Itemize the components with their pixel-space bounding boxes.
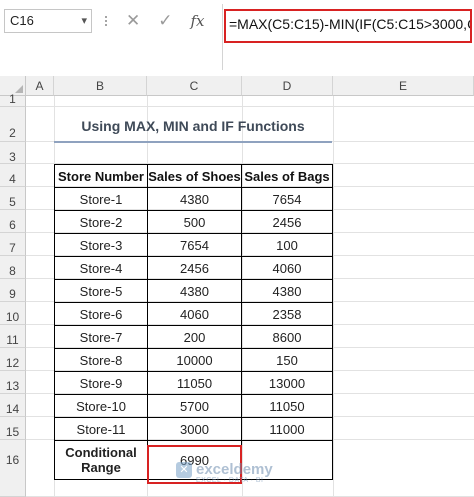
shoes-sales-cell[interactable]: 200: [147, 325, 242, 349]
conditional-range-label[interactable]: Conditional Range: [54, 440, 148, 480]
store-number-cell[interactable]: Store-8: [54, 348, 148, 372]
exceldemy-watermark: ✕ exceldemy: [176, 461, 273, 478]
bags-sales-cell[interactable]: 8600: [241, 325, 333, 349]
shoes-sales-cell[interactable]: 4380: [147, 187, 242, 211]
title-underline: [54, 141, 332, 143]
table-row: Store-10 5700 11050: [54, 394, 333, 418]
table-row: Store-1 4380 7654: [54, 187, 333, 211]
shoes-sales-cell[interactable]: 5700: [147, 394, 242, 418]
table-row: Store-2 500 2456: [54, 210, 333, 234]
store-number-cell[interactable]: Store-6: [54, 302, 148, 326]
bags-sales-cell[interactable]: 150: [241, 348, 333, 372]
sheet-title: Using MAX, MIN and IF Functions: [81, 118, 305, 134]
row-header-6[interactable]: 6: [0, 210, 26, 233]
shoes-sales-cell[interactable]: 4060: [147, 302, 242, 326]
table-row: Store-11 3000 11000: [54, 417, 333, 441]
row-header-16[interactable]: 16: [0, 440, 26, 497]
bags-sales-cell[interactable]: 2358: [241, 302, 333, 326]
conditional-label-line1: Conditional: [65, 445, 137, 460]
cancel-icon[interactable]: ✕: [126, 9, 140, 33]
row-gridline: [26, 106, 474, 107]
store-number-cell[interactable]: Store-10: [54, 394, 148, 418]
row-header-9[interactable]: 9: [0, 279, 26, 302]
insert-function-icon[interactable]: fx: [191, 12, 205, 30]
formula-bar: C16 ▾ ✕ ✓ fx =MAX(C5:C15)-MIN(IF(C5:C15>…: [0, 0, 474, 70]
table-row: Store-3 7654 100: [54, 233, 333, 257]
shoes-sales-cell[interactable]: 4380: [147, 279, 242, 303]
row-header-4[interactable]: 4: [0, 164, 26, 187]
row-header-11[interactable]: 11: [0, 325, 26, 348]
store-number-cell[interactable]: Store-5: [54, 279, 148, 303]
shoes-sales-cell[interactable]: 11050: [147, 371, 242, 395]
bags-sales-cell[interactable]: 11000: [241, 417, 333, 441]
row-header-8[interactable]: 8: [0, 256, 26, 279]
column-header-d[interactable]: D: [242, 76, 333, 96]
drag-handle-icon[interactable]: [100, 9, 112, 33]
header-sales-shoes[interactable]: Sales of Shoes: [147, 164, 242, 188]
store-number-cell[interactable]: Store-4: [54, 256, 148, 280]
row-header-10[interactable]: 10: [0, 302, 26, 325]
store-number-cell[interactable]: Store-2: [54, 210, 148, 234]
bags-sales-cell[interactable]: 11050: [241, 394, 333, 418]
bags-sales-cell[interactable]: 2456: [241, 210, 333, 234]
name-box-value: C16: [10, 13, 34, 28]
store-number-cell[interactable]: Store-3: [54, 233, 148, 257]
store-number-cell[interactable]: Store-7: [54, 325, 148, 349]
watermark-tagline: EXCEL · DATA · BI: [196, 477, 264, 484]
header-store-number[interactable]: Store Number: [54, 164, 148, 188]
store-number-cell[interactable]: Store-1: [54, 187, 148, 211]
row-header-15[interactable]: 15: [0, 417, 26, 440]
shoes-sales-cell[interactable]: 2456: [147, 256, 242, 280]
bags-sales-cell[interactable]: 100: [241, 233, 333, 257]
sales-table: Store Number Sales of Shoes Sales of Bag…: [54, 164, 333, 480]
row-header-13[interactable]: 13: [0, 371, 26, 394]
formula-input[interactable]: =MAX(C5:C15)-MIN(IF(C5:C15>3000,C5:C15)): [224, 9, 472, 43]
column-header-a[interactable]: A: [26, 76, 54, 96]
formula-buttons: ✕ ✓ fx: [120, 9, 220, 33]
column-gridline: [333, 96, 334, 497]
enter-icon[interactable]: ✓: [158, 9, 172, 33]
row-header-12[interactable]: 12: [0, 348, 26, 371]
row-header-3[interactable]: 3: [0, 142, 26, 164]
column-header-c[interactable]: C: [147, 76, 242, 96]
store-number-cell[interactable]: Store-9: [54, 371, 148, 395]
table-row: Store-8 10000 150: [54, 348, 333, 372]
bags-sales-cell[interactable]: 7654: [241, 187, 333, 211]
header-sales-bags[interactable]: Sales of Bags: [241, 164, 333, 188]
column-header-e[interactable]: E: [333, 76, 474, 96]
row-header-2[interactable]: 2: [0, 107, 26, 142]
bags-sales-cell[interactable]: 13000: [241, 371, 333, 395]
watermark-name: exceldemy: [196, 461, 273, 478]
shoes-sales-cell[interactable]: 500: [147, 210, 242, 234]
table-header-row: Store Number Sales of Shoes Sales of Bag…: [54, 164, 333, 188]
shoes-sales-cell[interactable]: 7654: [147, 233, 242, 257]
exceldemy-logo-icon: ✕: [176, 461, 192, 478]
store-number-cell[interactable]: Store-11: [54, 417, 148, 441]
table-row: Store-6 4060 2358: [54, 302, 333, 326]
bags-sales-cell[interactable]: 4060: [241, 256, 333, 280]
row-header-7[interactable]: 7: [0, 233, 26, 256]
column-header-b[interactable]: B: [54, 76, 147, 96]
table-row: Store-7 200 8600: [54, 325, 333, 349]
shoes-sales-cell[interactable]: 10000: [147, 348, 242, 372]
name-box[interactable]: C16 ▾: [4, 9, 92, 33]
row-header-14[interactable]: 14: [0, 394, 26, 417]
conditional-label-line2: Range: [81, 460, 121, 475]
shoes-sales-cell[interactable]: 3000: [147, 417, 242, 441]
table-row: Store-5 4380 4380: [54, 279, 333, 303]
table-row: Store-4 2456 4060: [54, 256, 333, 280]
bags-sales-cell[interactable]: 4380: [241, 279, 333, 303]
row-header-5[interactable]: 5: [0, 187, 26, 210]
table-row: Store-9 11050 13000: [54, 371, 333, 395]
row-header-1[interactable]: 1: [0, 93, 26, 107]
chevron-down-icon[interactable]: ▾: [81, 14, 87, 27]
